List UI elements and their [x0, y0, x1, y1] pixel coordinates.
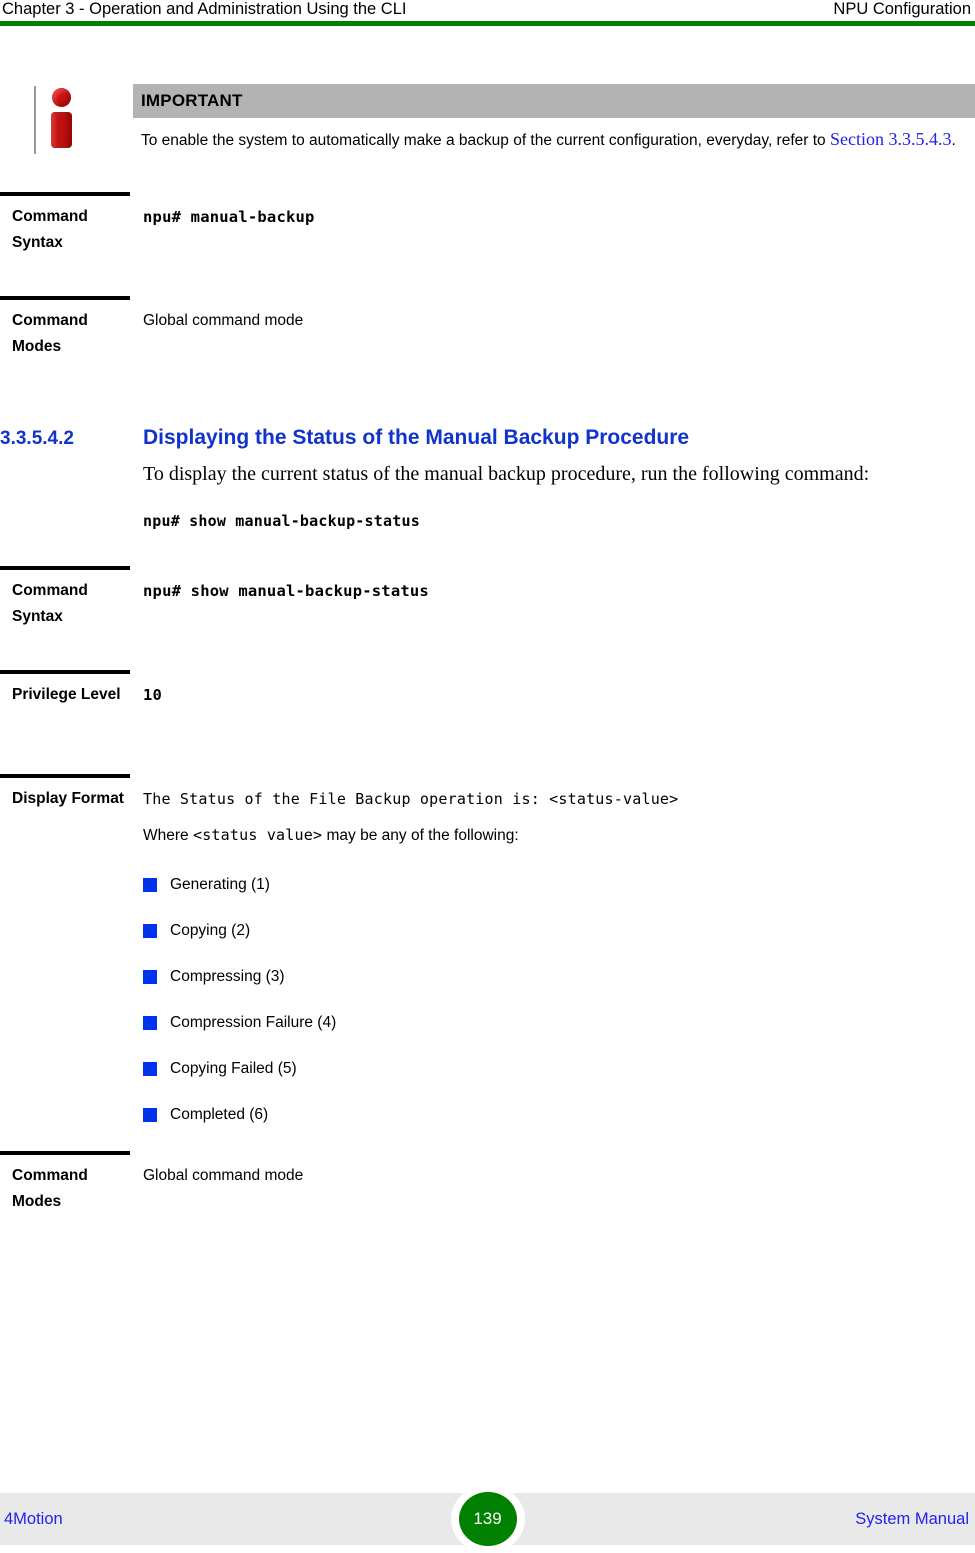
header-section-title: NPU Configuration: [833, 0, 971, 18]
page-number-badge: 139: [450, 1485, 525, 1553]
section-command-line: npu# show manual-backup-status: [143, 512, 420, 530]
callout-side-rule: [34, 86, 36, 154]
callout-text-lead: To enable the system to automatically ma…: [141, 132, 830, 149]
header-chapter-title: Chapter 3 - Operation and Administration…: [2, 0, 407, 18]
table-row-display-format: Display Format The Status of the File Ba…: [0, 774, 975, 1125]
footer-document-title: System Manual: [855, 1509, 969, 1528]
section-heading: 3.3.5.4.2 Displaying the Status of the M…: [0, 426, 975, 450]
section-paragraph: To display the current status of the man…: [143, 463, 870, 485]
status-value-label: Compression Failure (4): [170, 1014, 337, 1031]
square-bullet-icon: [143, 970, 157, 984]
list-item: Completed (6): [143, 1105, 975, 1125]
row-value: The Status of the File Backup operation …: [143, 774, 975, 1125]
page-number: 139: [458, 1492, 517, 1546]
row-value: npu# manual-backup: [143, 208, 315, 226]
status-value-label: Compressing (3): [170, 968, 285, 985]
section-number: 3.3.5.4.2: [0, 428, 74, 449]
row-value: Global command mode: [143, 312, 304, 329]
row-top-rule: [0, 670, 130, 674]
row-value: npu# show manual-backup-status: [143, 582, 429, 600]
row-top-rule: [0, 296, 130, 300]
table-row: Command Modes Global command mode: [0, 1151, 975, 1237]
row-label: Display Format: [12, 790, 124, 807]
info-icon-stem: [51, 112, 72, 148]
page-content: IMPORTANT To enable the system to automa…: [0, 26, 975, 1237]
table-row: Command Syntax npu# manual-backup: [0, 192, 975, 278]
table-row: Command Modes Global command mode: [0, 296, 975, 382]
status-value-list: Generating (1) Copying (2) Compressing (…: [143, 875, 975, 1125]
square-bullet-icon: [143, 924, 157, 938]
square-bullet-icon: [143, 1016, 157, 1030]
row-top-rule: [0, 192, 130, 196]
list-item: Copying Failed (5): [143, 1059, 975, 1079]
important-callout: IMPORTANT To enable the system to automa…: [0, 84, 975, 174]
row-top-rule: [0, 774, 130, 778]
display-format-output-line: The Status of the File Backup operation …: [143, 790, 679, 808]
page-title: Displaying the Status of the Manual Back…: [143, 426, 690, 449]
row-value: 10: [143, 686, 163, 704]
square-bullet-icon: [143, 1062, 157, 1076]
where-suffix: may be any of the following:: [322, 827, 519, 844]
row-value: Global command mode: [143, 1167, 304, 1184]
footer-product-name: 4Motion: [4, 1509, 63, 1528]
status-value-label: Generating (1): [170, 876, 270, 893]
list-item: Copying (2): [143, 921, 975, 941]
status-value-label: Copying (2): [170, 922, 251, 939]
square-bullet-icon: [143, 878, 157, 892]
where-prefix: Where: [143, 827, 193, 844]
row-label: Command Syntax: [12, 208, 88, 251]
callout-title-bar: IMPORTANT: [133, 84, 975, 118]
row-label: Command Modes: [12, 312, 88, 355]
row-top-rule: [0, 566, 130, 570]
row-top-rule: [0, 1151, 130, 1155]
table-row: Privilege Level 10: [0, 670, 975, 756]
list-item: Compression Failure (4): [143, 1013, 975, 1033]
table-row: Command Syntax npu# show manual-backup-s…: [0, 566, 975, 652]
callout-text: To enable the system to automatically ma…: [133, 118, 975, 153]
status-value-label: Completed (6): [170, 1106, 269, 1123]
display-format-where-line: Where <status value> may be any of the f…: [143, 822, 975, 849]
info-icon: [34, 84, 86, 154]
page-footer: 4Motion 139 System Manual: [0, 1485, 975, 1553]
callout-text-tail: .: [951, 132, 956, 149]
row-label: Privilege Level: [12, 686, 121, 703]
info-icon-dot: [52, 88, 71, 107]
list-item: Compressing (3): [143, 967, 975, 987]
square-bullet-icon: [143, 1108, 157, 1122]
callout-title: IMPORTANT: [141, 91, 243, 110]
where-placeholder: <status value>: [192, 826, 323, 844]
list-item: Generating (1): [143, 875, 975, 895]
section-cross-reference-link[interactable]: Section 3.3.5.4.3: [830, 129, 952, 149]
row-label: Command Modes: [12, 1167, 88, 1210]
row-label: Command Syntax: [12, 582, 88, 625]
status-value-label: Copying Failed (5): [170, 1060, 297, 1077]
